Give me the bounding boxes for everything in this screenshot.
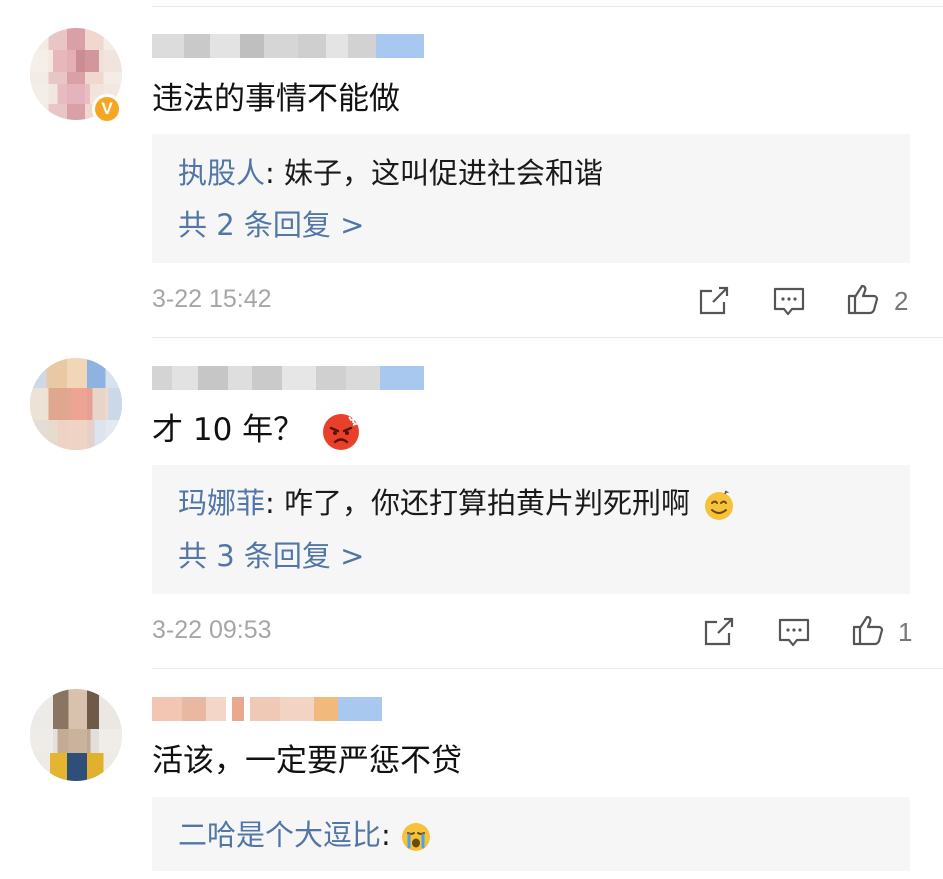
comment-text: 活该，一定要严惩不贷	[152, 743, 462, 779]
divider	[152, 668, 943, 669]
username-blurred[interactable]	[152, 366, 424, 392]
timestamp: 3-22 15:42	[152, 285, 272, 313]
reply-separator: :	[381, 818, 401, 852]
angry-face-icon	[323, 413, 360, 450]
comment-icon[interactable]	[777, 615, 811, 649]
reply-count-link[interactable]: 共 2 条回复 >	[178, 206, 364, 244]
reply-author-link[interactable]: 玛娜菲	[178, 486, 265, 520]
like-count: 1	[898, 617, 913, 647]
comment-text: 违法的事情不能做	[152, 81, 400, 117]
username-blurred[interactable]	[152, 34, 424, 60]
sweat-smile-face-icon	[705, 489, 734, 520]
thumbs-up-icon[interactable]	[851, 613, 885, 647]
reply-author-link[interactable]: 执股人	[178, 156, 265, 190]
timestamp: 3-22 09:53	[152, 616, 272, 644]
avatar[interactable]	[30, 358, 122, 450]
divider	[152, 6, 943, 7]
thumbs-up-icon[interactable]	[846, 282, 880, 316]
divider	[152, 337, 943, 338]
edit-share-icon[interactable]	[702, 615, 736, 649]
comment-icon[interactable]	[772, 284, 806, 318]
crying-face-icon	[402, 823, 431, 851]
reply-separator: :	[265, 156, 285, 190]
reply-count-link[interactable]: 共 3 条回复 >	[178, 537, 364, 575]
edit-share-icon[interactable]	[697, 284, 731, 318]
username-blurred[interactable]	[152, 697, 382, 723]
reply-preview: 玛娜菲: 咋了，你还打算拍黄片判死刑啊	[178, 484, 735, 522]
reply-preview: 二哈是个大逗比:	[178, 816, 432, 854]
reply-separator: :	[265, 486, 285, 520]
reply-preview-box[interactable]: 玛娜菲: 咋了，你还打算拍黄片判死刑啊 共 3 条回复 >	[152, 465, 910, 594]
verified-badge: V	[92, 94, 122, 124]
reply-author-link[interactable]: 二哈是个大逗比	[178, 818, 381, 852]
reply-preview: 执股人: 妹子，这叫促进社会和谐	[178, 154, 603, 192]
reply-text: 咋了，你还打算拍黄片判死刑啊	[284, 486, 691, 520]
comment-text-content: 才 10 年？	[152, 412, 305, 448]
reply-preview-box[interactable]: 二哈是个大逗比:	[152, 797, 910, 871]
avatar[interactable]	[30, 689, 122, 781]
reply-preview-box[interactable]: 执股人: 妹子，这叫促进社会和谐 共 2 条回复 >	[152, 134, 910, 263]
comment-text: 才 10 年？	[152, 410, 360, 451]
like-count: 2	[894, 286, 909, 316]
reply-text: 妹子，这叫促进社会和谐	[284, 156, 604, 190]
